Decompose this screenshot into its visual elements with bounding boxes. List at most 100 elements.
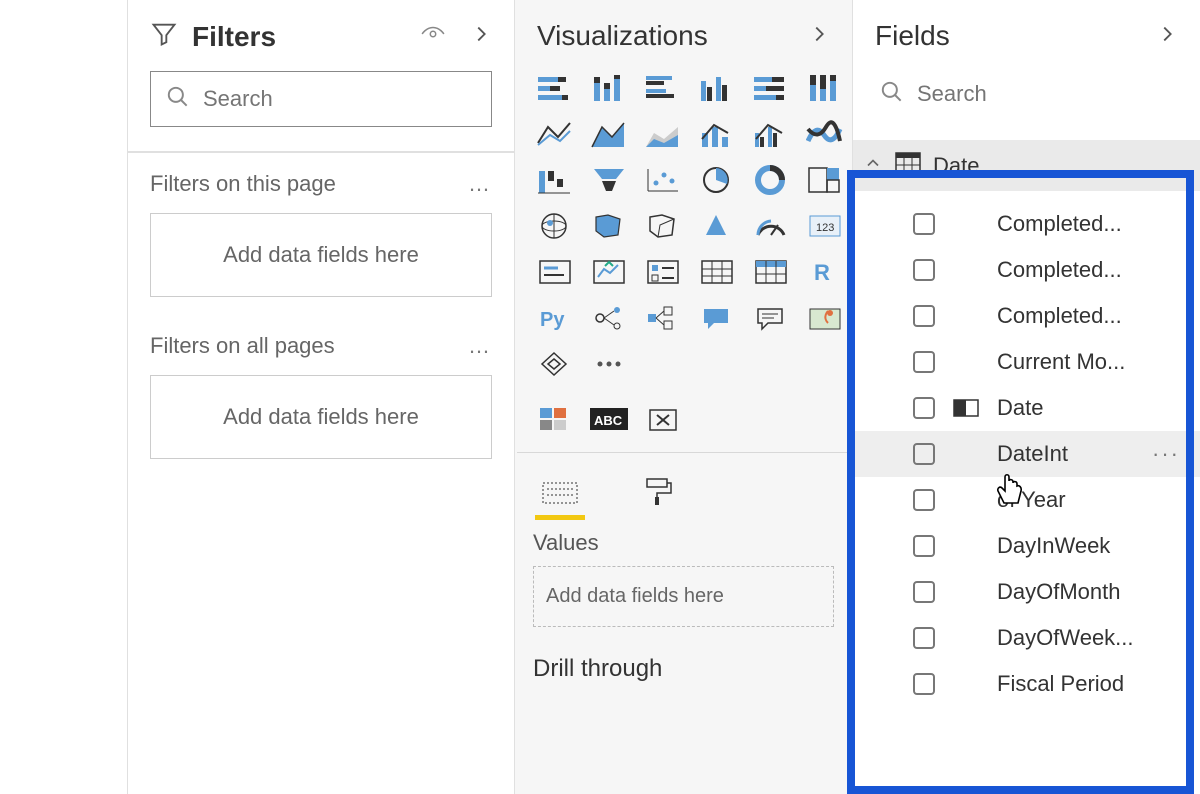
field-checkbox[interactable] <box>913 443 935 465</box>
field-name: Current Mo... <box>997 349 1182 375</box>
field-row[interactable]: Date <box>853 385 1200 431</box>
field-row[interactable]: Completed... <box>853 201 1200 247</box>
field-row[interactable]: DayInWeek <box>853 523 1200 569</box>
key-influencers-icon[interactable] <box>587 300 631 336</box>
values-dropzone[interactable]: Add data fields here <box>533 566 834 627</box>
field-row[interactable]: Completed... <box>853 293 1200 339</box>
format-delete-icon[interactable] <box>641 402 685 438</box>
field-row[interactable]: Fiscal Period <box>853 661 1200 707</box>
visualization-gallery: 123 R Py <box>515 70 852 394</box>
decomposition-tree-icon[interactable] <box>641 300 685 336</box>
collapse-filters-icon[interactable] <box>470 23 492 50</box>
tab-fields[interactable] <box>535 461 585 520</box>
area-chart-icon[interactable] <box>587 116 631 152</box>
filled-map-icon[interactable] <box>587 208 631 244</box>
visibility-icon[interactable] <box>420 21 446 52</box>
line-stacked-column-icon[interactable] <box>695 116 739 152</box>
collapse-viz-icon[interactable] <box>808 23 830 50</box>
field-name: Completed... <box>997 211 1182 237</box>
fields-search[interactable] <box>875 70 1178 118</box>
map-icon[interactable] <box>533 208 577 244</box>
field-checkbox[interactable] <box>913 351 935 373</box>
field-checkbox[interactable] <box>913 489 935 511</box>
svg-text:123: 123 <box>816 222 834 234</box>
treemap-icon[interactable] <box>803 162 847 198</box>
clustered-column-chart-icon[interactable] <box>695 70 739 106</box>
card-icon[interactable]: 123 <box>803 208 847 244</box>
r-visual-icon[interactable]: R <box>803 254 847 290</box>
table-name: Date <box>933 153 979 179</box>
field-name: of Year <box>997 487 1182 513</box>
donut-chart-icon[interactable] <box>749 162 793 198</box>
stacked-column-chart-icon[interactable] <box>587 70 631 106</box>
svg-text:R: R <box>814 260 830 285</box>
tab-format[interactable] <box>633 461 683 520</box>
filters-page-dropzone[interactable]: Add data fields here <box>150 213 492 297</box>
filters-page-section: Filters on this page … Add data fields h… <box>128 152 514 315</box>
line-chart-icon[interactable] <box>533 116 577 152</box>
clustered-bar-chart-icon[interactable] <box>641 70 685 106</box>
narrative-icon[interactable] <box>749 300 793 336</box>
field-name: DayOfWeek... <box>997 625 1182 651</box>
filters-search[interactable] <box>150 71 492 127</box>
field-checkbox[interactable] <box>913 397 935 419</box>
slicer-icon[interactable] <box>641 254 685 290</box>
visualizations-title: Visualizations <box>537 20 708 52</box>
ribbon-chart-icon[interactable] <box>803 116 847 152</box>
format-colors-icon[interactable] <box>533 402 577 438</box>
multi-row-card-icon[interactable] <box>533 254 577 290</box>
qa-visual-icon[interactable] <box>695 300 739 336</box>
field-checkbox[interactable] <box>913 535 935 557</box>
field-checkbox[interactable] <box>913 213 935 235</box>
fields-search-input[interactable] <box>917 81 1174 107</box>
funnel-chart-icon[interactable] <box>587 162 631 198</box>
field-checkbox[interactable] <box>913 259 935 281</box>
field-row[interactable]: of Year <box>853 477 1200 523</box>
stacked-bar-chart-icon[interactable] <box>533 70 577 106</box>
format-text-icon[interactable]: ABC <box>587 402 631 438</box>
hundred-stacked-column-icon[interactable] <box>803 70 847 106</box>
shape-map-icon[interactable] <box>641 208 685 244</box>
field-row[interactable]: Completed... <box>853 247 1200 293</box>
fields-pane: Fields Date Completed...Completed...Comp… <box>853 0 1200 794</box>
visualizations-pane: Visualizations 123 <box>515 0 853 794</box>
line-clustered-column-icon[interactable] <box>749 116 793 152</box>
fields-title: Fields <box>875 20 950 52</box>
pie-chart-icon[interactable] <box>695 162 739 198</box>
table-icon[interactable] <box>695 254 739 290</box>
python-visual-icon[interactable]: Py <box>533 300 577 336</box>
power-apps-icon[interactable] <box>533 346 577 382</box>
scatter-chart-icon[interactable] <box>641 162 685 198</box>
paint-roller-icon <box>641 475 675 509</box>
field-name: Fiscal Period <box>997 671 1182 697</box>
kpi-icon[interactable] <box>587 254 631 290</box>
hundred-stacked-bar-icon[interactable] <box>749 70 793 106</box>
fields-well-icon <box>539 475 581 509</box>
table-date[interactable]: Date <box>853 140 1200 191</box>
waterfall-chart-icon[interactable] <box>533 162 577 198</box>
field-checkbox[interactable] <box>913 627 935 649</box>
filters-header: Filters <box>128 0 514 71</box>
date-hierarchy-icon <box>953 399 979 417</box>
gauge-icon[interactable] <box>749 208 793 244</box>
collapse-fields-icon[interactable] <box>1156 23 1178 50</box>
more-icon[interactable]: … <box>468 333 492 359</box>
matrix-icon[interactable] <box>749 254 793 290</box>
field-row[interactable]: Current Mo... <box>853 339 1200 385</box>
field-name: DayInWeek <box>997 533 1182 559</box>
arcgis-map-icon[interactable] <box>803 300 847 336</box>
field-row[interactable]: DayOfMonth <box>853 569 1200 615</box>
field-row[interactable]: DateInt··· <box>853 431 1200 477</box>
azure-map-icon[interactable] <box>695 208 739 244</box>
field-checkbox[interactable] <box>913 673 935 695</box>
field-row[interactable]: DayOfWeek... <box>853 615 1200 661</box>
chevron-up-icon <box>863 153 883 178</box>
field-checkbox[interactable] <box>913 581 935 603</box>
filters-search-input[interactable] <box>203 86 477 112</box>
more-visuals-icon[interactable] <box>587 346 631 382</box>
more-icon[interactable]: … <box>468 171 492 197</box>
filters-allpages-dropzone[interactable]: Add data fields here <box>150 375 492 459</box>
field-checkbox[interactable] <box>913 305 935 327</box>
more-icon[interactable]: ··· <box>1152 441 1180 467</box>
stacked-area-chart-icon[interactable] <box>641 116 685 152</box>
